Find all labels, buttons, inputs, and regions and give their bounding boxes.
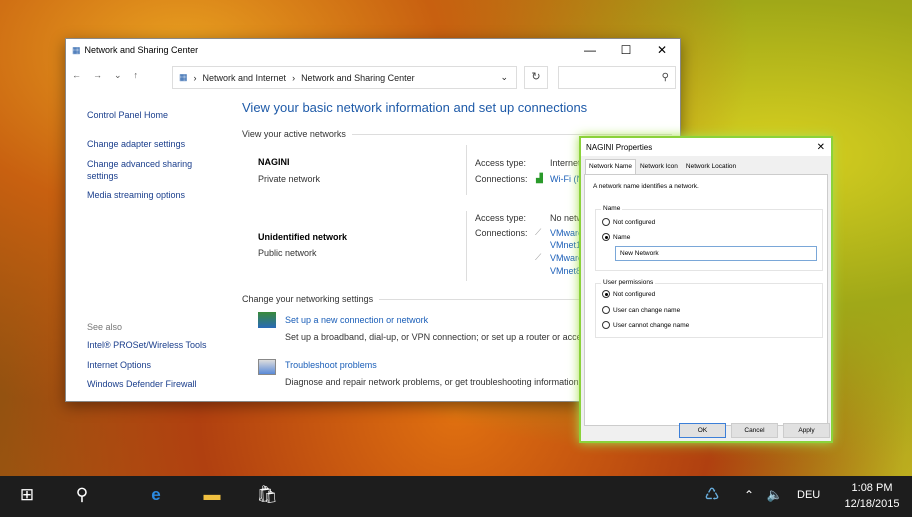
see-also-proset[interactable]: Intel® PROSet/Wireless Tools xyxy=(87,340,207,350)
tab-network-name[interactable]: Network Name xyxy=(585,159,636,174)
network-icon: ▦ xyxy=(72,44,81,55)
network-type[interactable]: Private network xyxy=(258,174,320,184)
troubleshoot-icon xyxy=(258,359,276,375)
connections-label: Connections: xyxy=(475,228,528,238)
breadcrumb-item[interactable]: Network and Sharing Center xyxy=(301,73,415,83)
troubleshoot-link[interactable]: Troubleshoot problems xyxy=(285,360,377,370)
see-also-internet-options[interactable]: Internet Options xyxy=(87,360,151,370)
radio-name[interactable]: Name xyxy=(602,233,630,241)
new-connection-icon xyxy=(258,312,276,328)
permissions-group-label: User permissions xyxy=(601,279,656,286)
properties-dialog: NAGINI Properties ✕ Network Name Network … xyxy=(579,136,833,443)
page-title: View your basic network information and … xyxy=(242,100,588,115)
access-value: Internet xyxy=(550,158,581,168)
store-icon[interactable]: 🛍 xyxy=(252,485,282,505)
radio-user-cannot-change[interactable]: User cannot change name xyxy=(602,321,689,329)
start-icon[interactable]: ⊞ xyxy=(12,485,42,505)
search-input[interactable]: ⚲ xyxy=(558,66,676,89)
edge-icon[interactable]: e xyxy=(141,485,171,505)
search-icon: ⚲ xyxy=(661,72,669,83)
network-name: Unidentified network xyxy=(258,232,348,242)
tab-network-location[interactable]: Network Location xyxy=(682,159,740,174)
maximize-button[interactable]: ☐ xyxy=(608,43,644,57)
task-description: Set up a broadband, dial-up, or VPN conn… xyxy=(285,332,616,342)
connections-label: Connections: xyxy=(475,174,528,184)
ethernet-icon: ⟋ xyxy=(535,227,542,237)
chevron-down-icon[interactable]: ⌄ xyxy=(114,70,122,81)
sidebar-item-media[interactable]: Media streaming options xyxy=(87,190,185,200)
language-indicator[interactable]: DEU xyxy=(797,489,820,501)
network-name-input[interactable]: New Network xyxy=(615,246,817,261)
cancel-button[interactable]: Cancel xyxy=(731,423,778,438)
clock-date: 12/18/2015 xyxy=(844,498,900,510)
search-icon[interactable]: ⚲ xyxy=(67,485,97,505)
back-icon[interactable]: ← xyxy=(72,70,81,80)
connection-link[interactable]: VMnet1 xyxy=(550,240,581,250)
clock-time: 1:08 PM xyxy=(851,482,893,494)
task-description: Diagnose and repair network problems, or… xyxy=(285,377,582,387)
refresh-button[interactable]: ↻ xyxy=(524,66,548,89)
up-icon[interactable]: ↑ xyxy=(134,70,139,80)
sidebar-item-sharing[interactable]: Change advanced sharing settings xyxy=(87,158,212,182)
setup-connection-link[interactable]: Set up a new connection or network xyxy=(285,315,428,325)
recycle-bin-icon[interactable]: ♺ xyxy=(697,485,727,505)
access-label: Access type: xyxy=(475,158,527,168)
address-bar[interactable]: ▦ › Network and Internet › Network and Sha… xyxy=(172,66,517,89)
tab-network-icon[interactable]: Network Icon xyxy=(636,159,682,174)
apply-button[interactable]: Apply xyxy=(783,423,830,438)
connection-link[interactable]: VMnet8 xyxy=(550,266,581,276)
close-icon[interactable]: ✕ xyxy=(817,142,825,153)
access-label: Access type: xyxy=(475,213,527,223)
breadcrumb-item[interactable]: Network and Internet xyxy=(203,73,287,83)
ok-button[interactable]: OK xyxy=(679,423,726,438)
window-title: Network and Sharing Center xyxy=(84,45,199,55)
intro-text: A network name identifies a network. xyxy=(593,183,699,190)
file-explorer-icon[interactable]: ▬ xyxy=(197,485,227,505)
section-label: View your active networks xyxy=(242,129,346,139)
sidebar-item-home[interactable]: Control Panel Home xyxy=(87,110,168,120)
section-label: Change your networking settings xyxy=(242,294,374,304)
title-bar: ▦ Network and Sharing Center — ☐ ✕ xyxy=(66,39,680,61)
see-also-firewall[interactable]: Windows Defender Firewall xyxy=(87,379,197,389)
radio-perm-not-configured[interactable]: Not configured xyxy=(602,290,655,298)
name-group-label: Name xyxy=(601,205,623,212)
clock[interactable]: 1:08 PM 12/18/2015 xyxy=(835,480,909,512)
wifi-signal-icon: ▟ xyxy=(536,173,543,183)
see-also-label: See also xyxy=(87,322,123,332)
volume-icon[interactable]: 🔈 xyxy=(760,487,790,503)
ethernet-icon: ⟋ xyxy=(535,252,542,262)
dialog-title: NAGINI Properties xyxy=(586,142,653,152)
radio-user-can-change[interactable]: User can change name xyxy=(602,306,680,314)
network-name: NAGINI xyxy=(258,157,290,167)
close-button[interactable]: ✕ xyxy=(644,43,680,57)
taskbar: ⊞ ⚲ e ▬ 🛍 ♺ ⌃ 🔈 DEU 1:08 PM 12/18/2015 xyxy=(0,476,912,517)
network-type: Public network xyxy=(258,248,317,258)
forward-icon[interactable]: → xyxy=(93,70,102,80)
chevron-down-icon[interactable]: ⌄ xyxy=(500,72,508,83)
minimize-button[interactable]: — xyxy=(572,43,608,57)
radio-name-not-configured[interactable]: Not configured xyxy=(602,218,655,226)
control-panel-icon: ▦ xyxy=(179,72,188,82)
sidebar-item-adapter[interactable]: Change adapter settings xyxy=(87,139,185,149)
